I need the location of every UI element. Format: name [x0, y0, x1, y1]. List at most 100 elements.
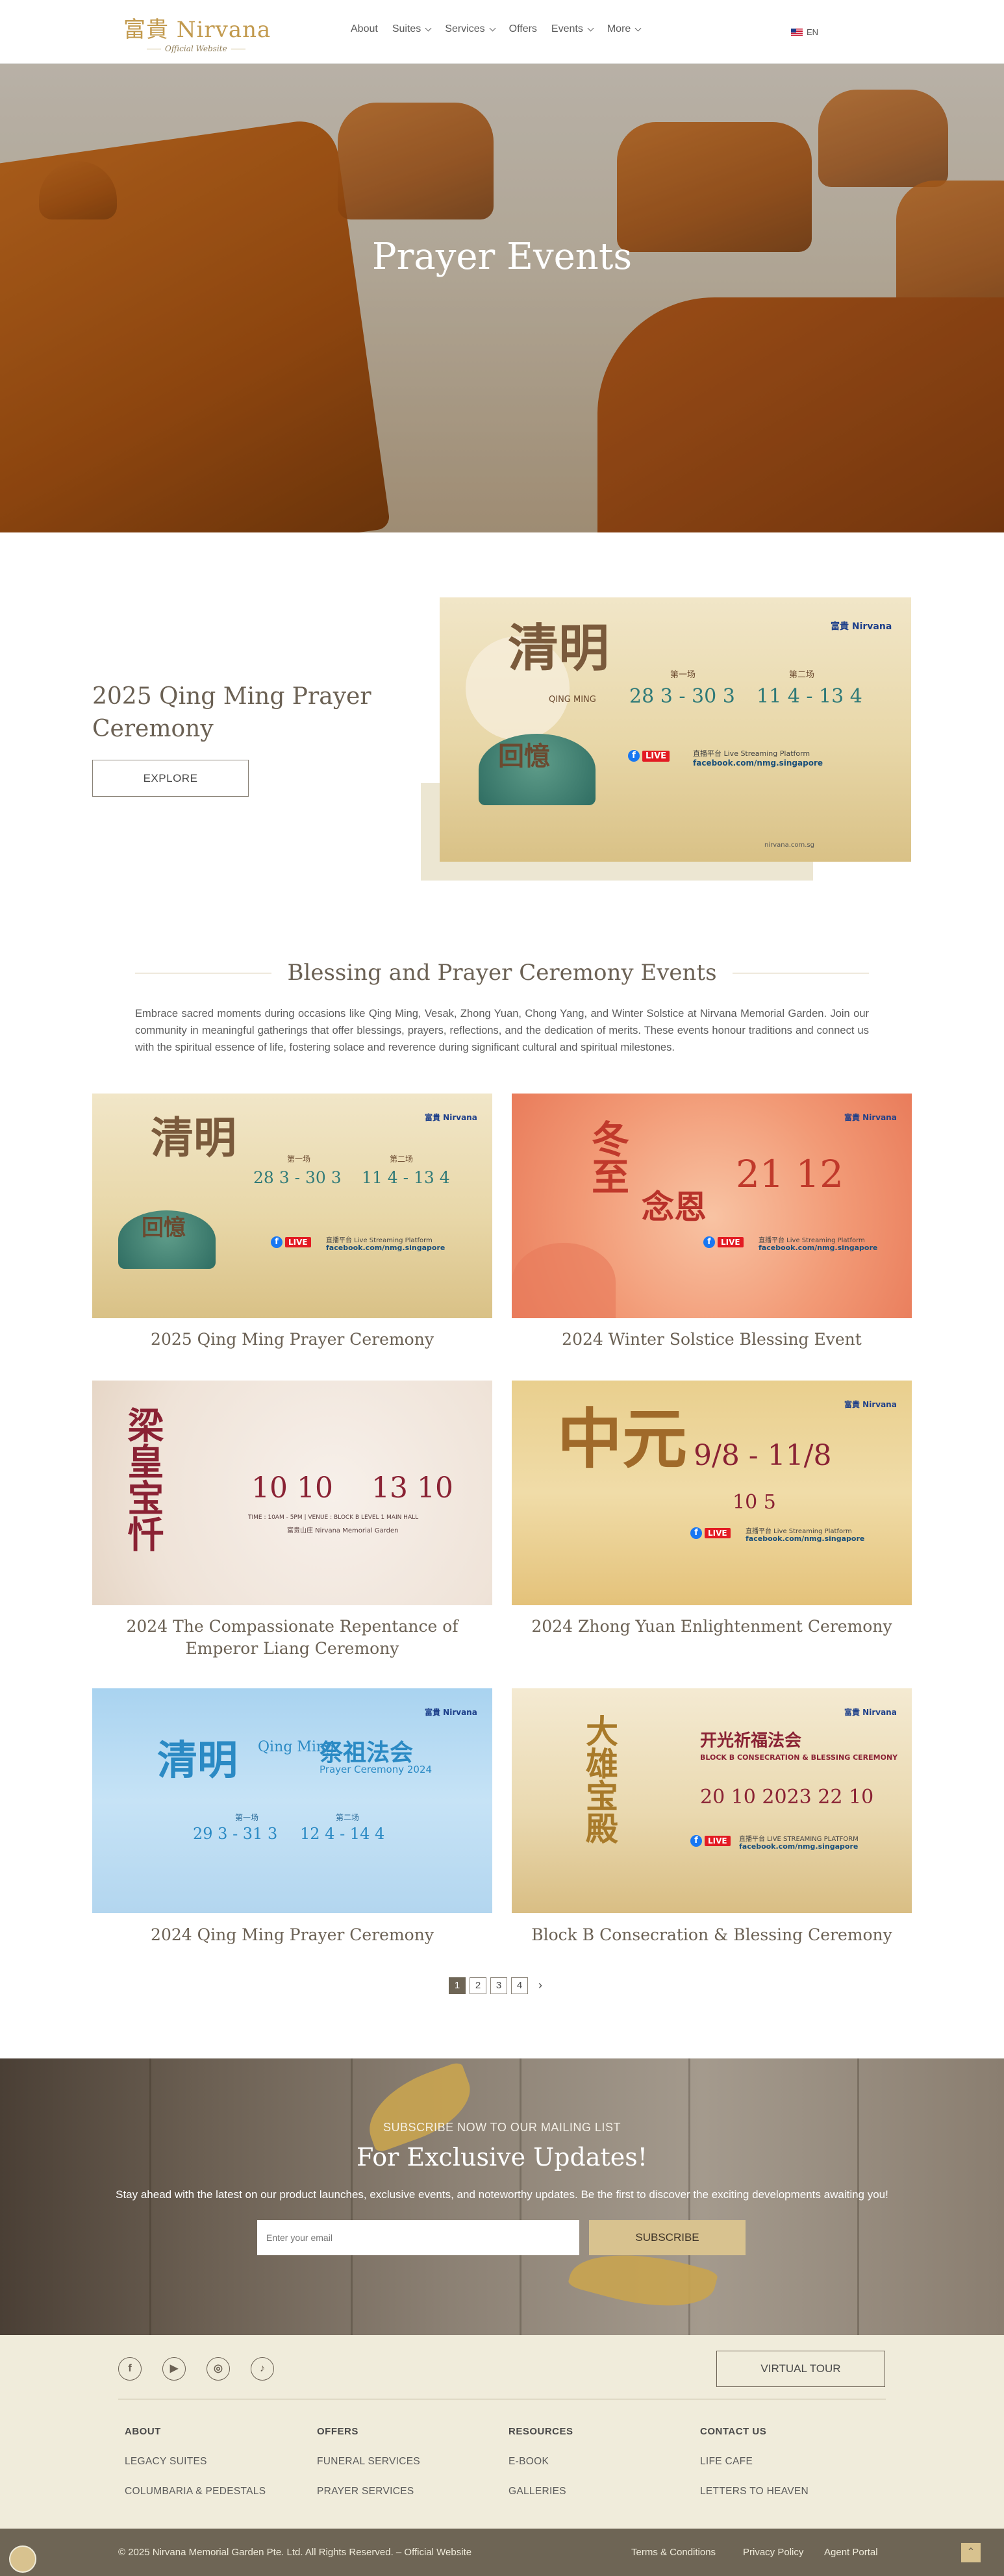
- poster-detail-line: TIME : 10AM - 5PM | VENUE : BLOCK B LEVE…: [248, 1514, 419, 1521]
- event-card-image[interactable]: 清明 回憶 第一场 第二场 28 3 - 30 3 11 4 - 13 4 fL…: [92, 1094, 492, 1318]
- footer-heading-contact: CONTACT US: [700, 2426, 767, 2437]
- poster-big-text: 清明: [157, 1736, 238, 1784]
- event-card-image[interactable]: 冬至 念恩 21 12 f LIVE 直播平台 Live Streaming Pl…: [512, 1094, 912, 1318]
- poster-live-badge: f LIVE: [690, 1835, 731, 1847]
- nav-suites-label: Suites: [392, 23, 421, 34]
- footer-link-ebook[interactable]: E-BOOK: [508, 2456, 549, 2468]
- footer-heading-about: ABOUT: [125, 2426, 161, 2437]
- event-card-image[interactable]: 中元 9/8 - 11/8 10 5 f LIVE 直播平台 Live Strea…: [512, 1381, 912, 1605]
- youtube-icon[interactable]: ▶: [162, 2357, 186, 2381]
- poster-site: nirvana.com.sg: [764, 842, 815, 849]
- footer-link-galleries[interactable]: GALLERIES: [508, 2486, 566, 2497]
- poster-venue: 富贵山庄 Nirvana Memorial Garden: [287, 1527, 399, 1534]
- accessibility-badge-icon[interactable]: [9, 2545, 36, 2573]
- subscribe-description: Stay ahead with the latest on our produc…: [116, 2188, 888, 2201]
- footer-link-legacy-suites[interactable]: LEGACY SUITES: [125, 2456, 207, 2468]
- event-card-image[interactable]: 梁皇宝忏 10 10 13 10 TIME : 10AM - 5PM | VEN…: [92, 1381, 492, 1605]
- back-to-top-icon[interactable]: ⌃: [961, 2543, 981, 2562]
- terms-link[interactable]: Terms & Conditions: [631, 2547, 716, 2558]
- poster-date: 9/8 - 11/8: [694, 1439, 832, 1472]
- pagination: 1 2 3 4 ›: [449, 1977, 549, 1994]
- poster-date-1: 28 3 - 30 3: [629, 685, 735, 708]
- nav-about-label: About: [351, 23, 378, 34]
- poster-session-2: 第二场: [789, 670, 815, 680]
- poster-fbpage: facebook.com/nmg.singapore: [693, 758, 823, 768]
- privacy-link[interactable]: Privacy Policy: [743, 2547, 803, 2558]
- email-input[interactable]: [257, 2220, 579, 2255]
- nav-services-label: Services: [445, 23, 485, 34]
- next-page-button[interactable]: ›: [532, 1977, 549, 1994]
- poster-big-text: 清明: [508, 619, 610, 678]
- logo-tagline: Official Website: [143, 44, 249, 53]
- page-1-button[interactable]: 1: [449, 1977, 466, 1994]
- event-card-title[interactable]: 2024 Zhong Yuan Enlightenment Ceremony: [512, 1616, 912, 1638]
- poster-fbpage: facebook.com/nmg.singapore: [759, 1244, 878, 1252]
- instagram-icon[interactable]: ◎: [207, 2357, 230, 2381]
- event-card-image[interactable]: 大雄宝殿 开光祈福法会 BLOCK B CONSECRATION & BLESS…: [512, 1688, 912, 1913]
- hero-overlay: [0, 64, 1004, 532]
- agent-portal-link[interactable]: Agent Portal: [824, 2547, 878, 2558]
- virtual-tour-button[interactable]: VIRTUAL TOUR: [716, 2351, 885, 2387]
- featured-event-image[interactable]: 清明 回憶 QING MING 第一场 第二场 28 3 - 30 3 11 4…: [440, 597, 911, 862]
- live-label: LIVE: [718, 1237, 744, 1247]
- nirvana-logo[interactable]: 富貴 Nirvana Official Website: [123, 10, 270, 56]
- nav-events[interactable]: Events: [551, 23, 594, 35]
- facebook-icon[interactable]: f: [118, 2357, 142, 2381]
- logo-wordmark: 富貴 Nirvana: [123, 17, 271, 43]
- event-card-title[interactable]: 2024 Qing Ming Prayer Ceremony: [92, 1924, 492, 1946]
- event-card-title[interactable]: Block B Consecration & Blessing Ceremony: [512, 1924, 912, 1946]
- page-2-button[interactable]: 2: [470, 1977, 486, 1994]
- poster-fbpage: facebook.com/nmg.singapore: [739, 1842, 859, 1851]
- nav-offers[interactable]: Offers: [509, 23, 537, 35]
- footer-link-funeral-services[interactable]: FUNERAL SERVICES: [317, 2456, 420, 2468]
- page-3-button[interactable]: 3: [490, 1977, 507, 1994]
- poster-fbpage: facebook.com/nmg.singapore: [746, 1534, 865, 1543]
- nav-about[interactable]: About: [351, 23, 378, 35]
- poster-session-2: 第二场: [390, 1155, 414, 1164]
- footer-link-life-cafe[interactable]: LIFE CAFE: [700, 2456, 753, 2468]
- poster-brand: 富貴 Nirvana: [831, 621, 892, 632]
- poster-mid-text: 祭祖法会: [320, 1740, 414, 1766]
- poster-stream: 直播平台 Live Streaming Platform: [326, 1237, 433, 1244]
- footer-link-columbaria[interactable]: COLUMBARIA & PEDESTALS: [125, 2486, 266, 2497]
- event-card-title[interactable]: 2025 Qing Ming Prayer Ceremony: [92, 1329, 492, 1351]
- facebook-icon: f: [703, 1236, 715, 1248]
- poster-date-1: 28 3 - 30 3: [253, 1168, 342, 1187]
- tiktok-icon[interactable]: ♪: [251, 2357, 274, 2381]
- footer-link-letters-to-heaven[interactable]: LETTERS TO HEAVEN: [700, 2486, 809, 2497]
- poster-session-1: 第一场: [670, 670, 696, 680]
- poster-stream: 直播平台 Live Streaming Platform: [759, 1237, 865, 1244]
- main-nav: About Suites Services Offers Events More: [351, 23, 655, 35]
- nav-suites[interactable]: Suites: [392, 23, 432, 35]
- nav-services[interactable]: Services: [445, 23, 496, 35]
- event-card-title[interactable]: 2024 Winter Solstice Blessing Event: [512, 1329, 912, 1351]
- poster-title-cn: 开光祈福法会: [700, 1731, 802, 1751]
- language-switcher[interactable]: EN: [791, 27, 818, 37]
- footer-link-prayer-services[interactable]: PRAYER SERVICES: [317, 2486, 414, 2497]
- subscribe-section: SUBSCRIBE NOW TO OUR MAILING LIST For Ex…: [0, 2058, 1004, 2335]
- us-flag-icon: [791, 29, 803, 36]
- featured-event-title: 2025 Qing Ming Prayer Ceremony: [92, 683, 371, 742]
- footer-heading-offers: OFFERS: [317, 2426, 358, 2437]
- live-label: LIVE: [705, 1528, 731, 1538]
- poster-date-2: 13 10: [371, 1471, 453, 1505]
- poster-brand: 富貴 Nirvana: [844, 1708, 897, 1717]
- page-4-button[interactable]: 4: [511, 1977, 528, 1994]
- poster-date-1: 29 3 - 31 3: [193, 1825, 278, 1843]
- event-card-title[interactable]: 2024 The Compassionate Repentance of Emp…: [92, 1616, 492, 1660]
- poster-date-2: 10 5: [733, 1491, 776, 1514]
- poster-brand: 富貴 Nirvana: [425, 1708, 477, 1717]
- explore-button[interactable]: EXPLORE: [92, 760, 249, 797]
- live-label: LIVE: [705, 1836, 731, 1846]
- subscribe-button[interactable]: SUBSCRIBE: [589, 2220, 746, 2255]
- poster-en-2: Prayer Ceremony 2024: [320, 1764, 433, 1775]
- event-card-image[interactable]: 清明 Qing Ming 祭祖法会 Prayer Ceremony 2024 第…: [92, 1688, 492, 1913]
- poster-brand: 富貴 Nirvana: [844, 1400, 897, 1409]
- site-footer: f ▶ ◎ ♪ VIRTUAL TOUR ABOUT LEGACY SUITES…: [0, 2335, 1004, 2529]
- subscribe-title: For Exclusive Updates!: [356, 2143, 648, 2171]
- nav-more[interactable]: More: [607, 23, 642, 35]
- copyright-text: © 2025 Nirvana Memorial Garden Pte. Ltd.…: [118, 2547, 472, 2558]
- poster-live-badge: f LIVE: [271, 1236, 311, 1248]
- site-header: 富貴 Nirvana Official Website About Suites…: [0, 0, 1004, 64]
- poster-brand: 富貴 Nirvana: [844, 1113, 897, 1122]
